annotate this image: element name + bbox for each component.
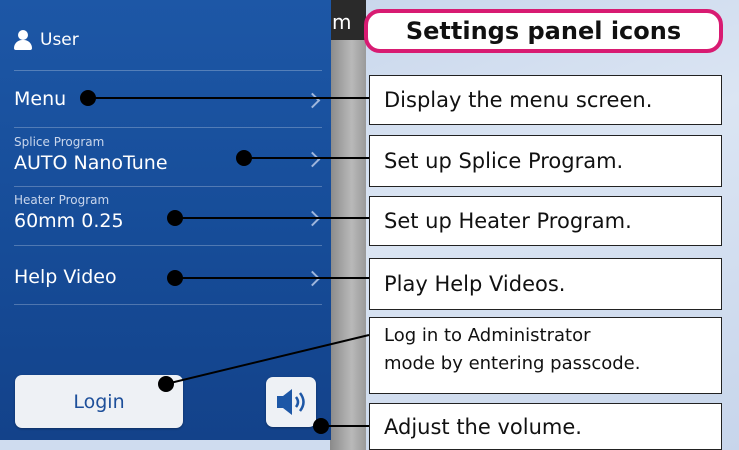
chevron-right-icon	[304, 92, 321, 109]
callout-login-line1: Log in to Administrator	[384, 325, 591, 346]
speaker-volume-icon	[277, 389, 305, 415]
settings-panel: User Menu Splice Program AUTO NanoTune H…	[0, 0, 331, 440]
background-top-bar: m	[330, 0, 366, 40]
background-partial-text: m	[332, 10, 352, 34]
callout-login: Log in to Administrator mode by entering…	[369, 317, 722, 394]
callout-help-video: Play Help Videos.	[369, 258, 722, 310]
user-icon	[14, 30, 32, 50]
login-button[interactable]: Login	[15, 375, 183, 428]
menu-item-help-video-label: Help Video	[14, 266, 117, 288]
menu-item-splice-program[interactable]: Splice Program AUTO NanoTune	[14, 128, 322, 186]
volume-button[interactable]	[266, 377, 316, 427]
menu-item-menu-label: Menu	[14, 88, 67, 110]
callout-splice-program: Set up Splice Program.	[369, 135, 722, 187]
callout-volume: Adjust the volume.	[369, 403, 722, 450]
menu-item-menu[interactable]: Menu	[14, 71, 322, 127]
splice-program-value: AUTO NanoTune	[14, 152, 168, 174]
callout-menu: Display the menu screen.	[369, 75, 722, 125]
callout-login-line2: mode by entering passcode.	[384, 353, 641, 374]
callout-heater-program: Set up Heater Program.	[369, 196, 722, 246]
user-label: User	[40, 30, 79, 50]
chevron-right-icon	[304, 210, 321, 227]
heater-program-label: Heater Program	[14, 193, 110, 207]
background-device-edge	[330, 0, 366, 450]
chevron-right-icon	[304, 270, 321, 287]
callout-title: Settings panel icons	[364, 9, 723, 53]
divider	[14, 304, 322, 305]
heater-program-value: 60mm 0.25	[14, 210, 124, 232]
user-row[interactable]: User	[14, 30, 79, 50]
menu-item-heater-program[interactable]: Heater Program 60mm 0.25	[14, 187, 322, 245]
chevron-right-icon	[304, 151, 321, 168]
menu-item-help-video[interactable]: Help Video	[14, 246, 322, 304]
splice-program-label: Splice Program	[14, 135, 105, 149]
